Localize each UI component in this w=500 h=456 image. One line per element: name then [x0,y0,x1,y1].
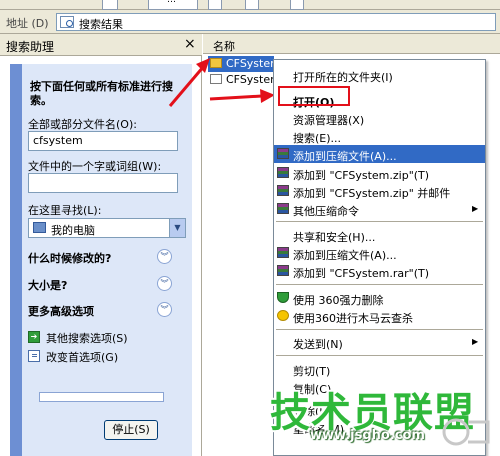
winrar-icon [277,247,289,258]
menu-item-open-folder[interactable]: 打开所在的文件夹(I) [274,66,485,84]
menu-item-other-compress[interactable]: 其他压缩命令 ▶ [274,200,485,218]
submenu-arrow-icon: ▶ [472,337,479,346]
menu-item-label: 共享和安全(H)... [293,231,376,244]
menu-item-label: 使用 360强力删除 [293,294,384,307]
menu-item-label: 添加到压缩文件(A)... [293,249,397,262]
watermark-logo [442,418,490,446]
menu-item-360-scan[interactable]: 使用360进行木马云查杀 [274,307,485,325]
menu-item-label: 其他压缩命令 [293,205,359,218]
annotation-arrow-line [209,94,263,101]
menu-item-label: 添加到 "CFSystem.zip" 并邮件 [293,187,451,200]
menu-item-cut[interactable]: 剪切(T) [274,360,485,378]
annotation-highlight-box [278,86,350,106]
menu-item-add-zip-email[interactable]: 添加到 "CFSystem.zip" 并邮件 [274,182,485,200]
menu-item-explore[interactable]: 资源管理器(X) [274,109,485,127]
menu-item-add-rar[interactable]: 添加到 "CFSystem.rar"(T) [274,262,485,280]
menu-item-search[interactable]: 搜索(E)... [274,127,485,145]
winrar-icon [277,265,289,276]
menu-item-360-delete[interactable]: 使用 360强力删除 [274,289,485,307]
menu-separator [276,329,483,330]
annotation-arrow-line [168,65,206,107]
winrar-icon [277,167,289,178]
submenu-arrow-icon: ▶ [472,204,479,213]
menu-item-label: 添加到 "CFSystem.zip"(T) [293,169,430,182]
menu-item-label: 使用360进行木马云查杀 [293,312,413,325]
winrar-icon [277,185,289,196]
menu-separator [276,355,483,356]
menu-item-label: 添加到压缩文件(A)... [293,150,397,163]
menu-item-add-rar-archive[interactable]: 添加到压缩文件(A)... [274,244,485,262]
shield-icon [277,292,289,303]
menu-item-sharing[interactable]: 共享和安全(H)... [274,226,485,244]
plus-icon [277,310,289,321]
menu-item-label: 打开所在的文件夹(I) [293,71,393,84]
menu-separator [276,284,483,285]
winrar-icon [277,148,289,159]
watermark-url: www.jsgho.com [310,428,425,443]
menu-item-add-archive[interactable]: 添加到压缩文件(A)... [274,145,485,163]
menu-item-add-zip[interactable]: 添加到 "CFSystem.zip"(T) [274,164,485,182]
winrar-icon [277,203,289,214]
menu-item-label: 资源管理器(X) [293,114,365,127]
menu-item-label: 添加到 "CFSystem.rar"(T) [293,267,430,280]
menu-item-label: 发送到(N) [293,338,343,351]
menu-separator [276,221,483,222]
menu-item-label: 剪切(T) [293,365,331,378]
menu-item-label: 搜索(E)... [293,132,342,145]
menu-item-send-to[interactable]: 发送到(N) ▶ [274,333,485,351]
